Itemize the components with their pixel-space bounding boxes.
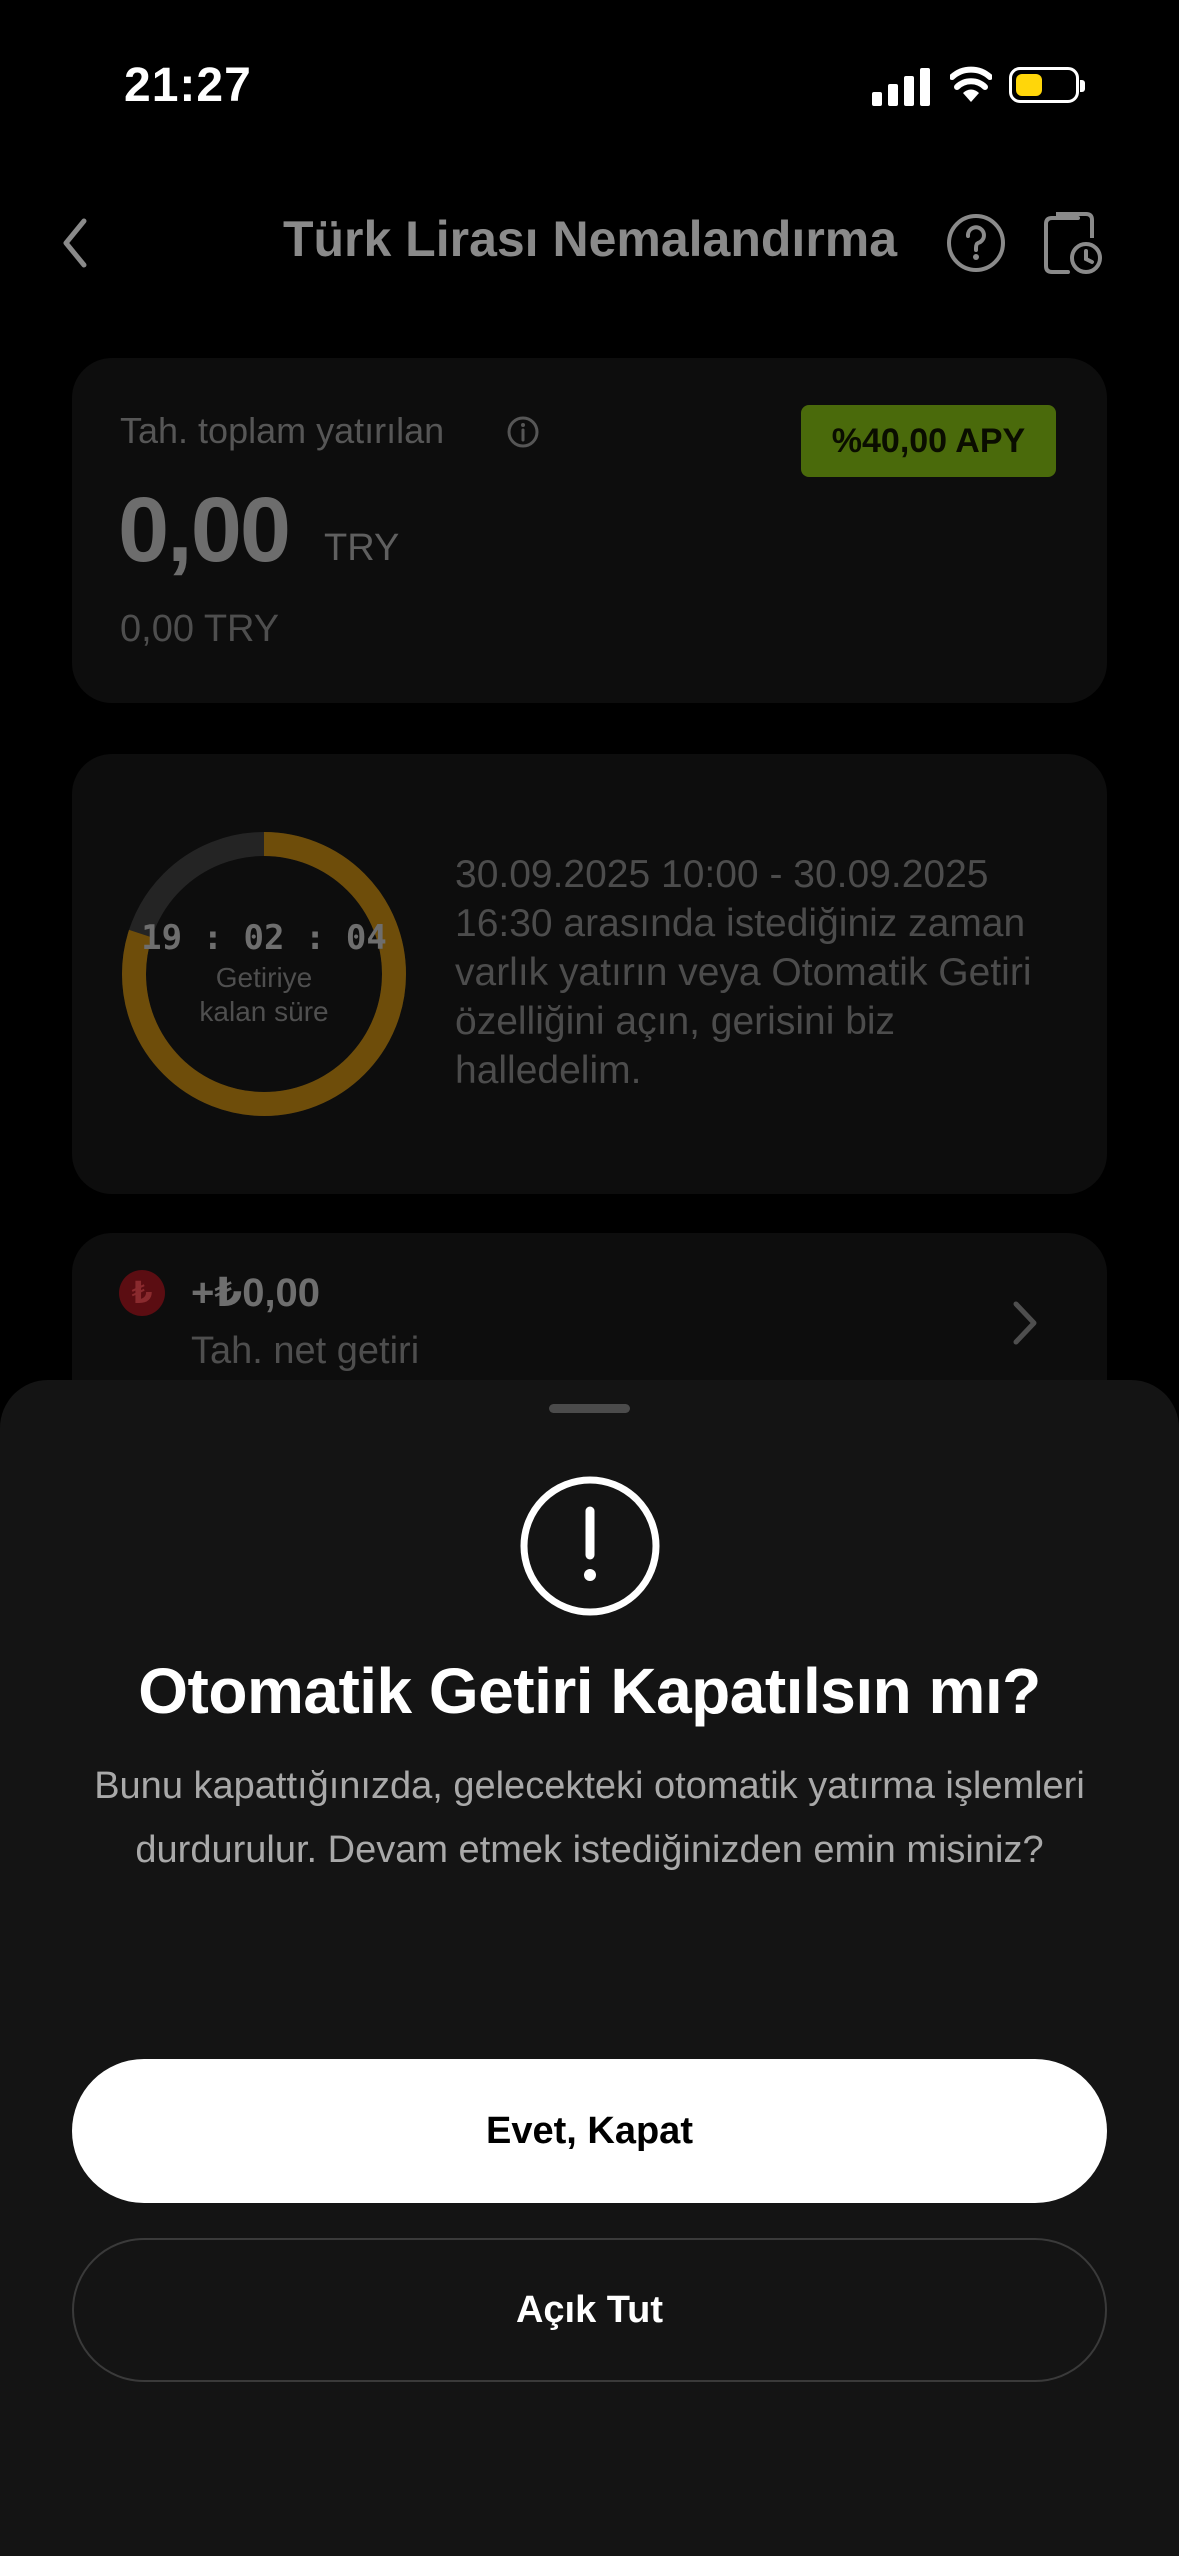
confirm-turn-off-button[interactable]: Evet, Kapat [72,2059,1107,2203]
cellular-signal-icon [872,66,930,106]
back-button[interactable] [56,215,96,271]
help-button[interactable] [945,212,1007,274]
sheet-message: Bunu kapattığınızda, gelecekteki otomati… [94,1765,1085,1871]
net-return-label: Tah. net getiri [191,1330,420,1372]
keep-on-button[interactable]: Açık Tut [72,2238,1107,2382]
page-title: Türk Lirası Nemalandırma [282,211,898,267]
sheet-title: Otomatik Getiri Kapatılsın mı? [138,1655,1041,1727]
sheet-drag-handle[interactable] [549,1404,630,1413]
sub-amount: 0,00 TRY [120,608,280,650]
turkish-lira-icon: ₺ [119,1270,165,1316]
apy-badge: %40,00 APY [801,405,1056,477]
countdown-description: 30.09.2025 10:00 - 30.09.2025 16:30 aras… [455,853,1032,1092]
warning-icon [520,1476,660,1616]
info-icon[interactable] [506,415,540,449]
currency-label: TRY [324,527,400,569]
countdown-label-line1: Getiriye [215,962,313,993]
countdown-time: 19 : 02 : 04 [141,918,387,958]
status-time: 21:27 [124,59,252,112]
battery-icon [1009,67,1085,103]
chevron-right-icon [1013,1301,1037,1345]
summary-label: Tah. toplam yatırılan [120,410,445,451]
net-return-amount: +₺0,00 [191,1271,321,1315]
countdown-label-line2: kalan süre [199,996,329,1027]
total-deposited-amount: 0,00 [118,479,291,581]
wifi-icon [950,66,992,102]
history-button[interactable] [1040,210,1104,276]
